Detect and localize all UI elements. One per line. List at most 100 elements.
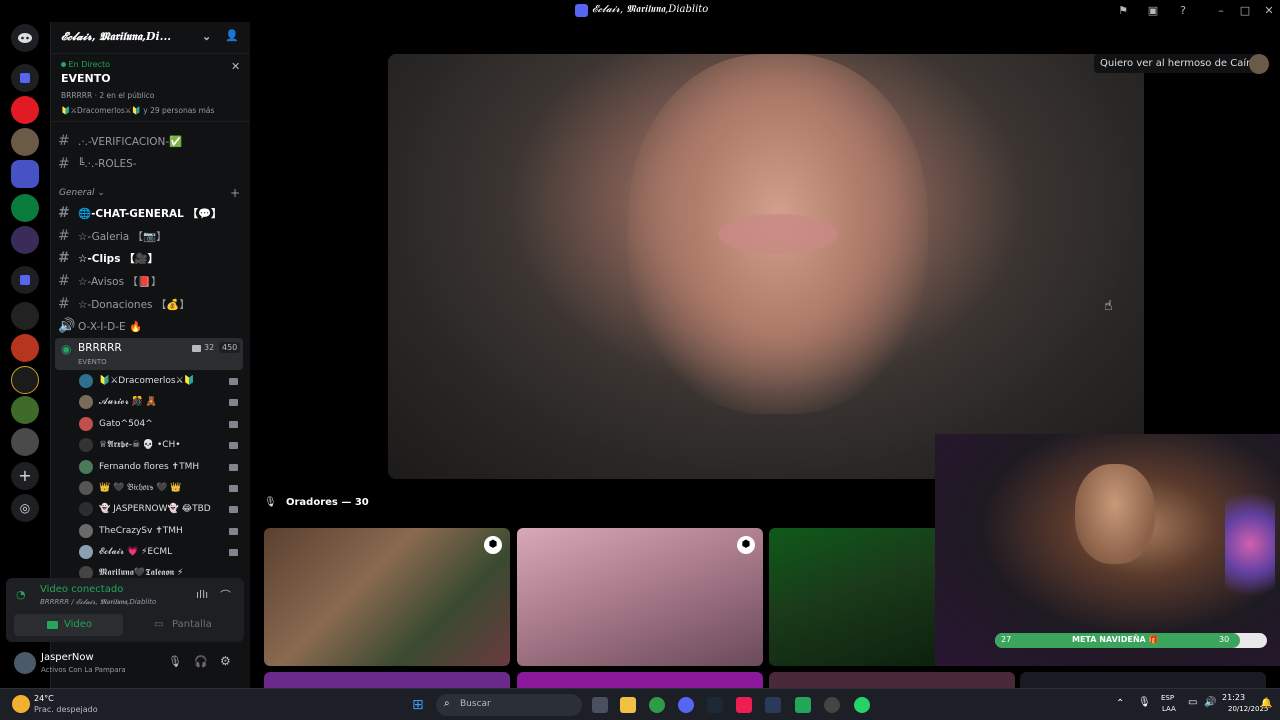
video-button[interactable]: Video	[14, 614, 123, 636]
member-row[interactable]: 👻 JASPERNOW👻 😂TBD	[79, 502, 211, 516]
channel-donaciones[interactable]: # ☆-Donaciones 【💰】	[58, 296, 190, 312]
chevron-down-icon[interactable]: ⌄	[202, 30, 211, 43]
server-icon-4[interactable]	[11, 194, 39, 222]
inbox-icon[interactable]: ⚑	[1116, 4, 1130, 18]
server-icon-9[interactable]	[11, 428, 39, 456]
folder-icon[interactable]	[11, 64, 39, 92]
whatsapp-icon[interactable]	[854, 697, 870, 713]
add-channel-icon[interactable]: +	[230, 186, 240, 200]
main-video-stream[interactable]	[388, 54, 1144, 479]
channel-chat-general[interactable]: # 🌐-CHAT-GENERAL 【💬】	[58, 205, 222, 221]
speaker-tile[interactable]	[517, 672, 763, 688]
channel-clips[interactable]: # ☆-Clips 【🎥】	[58, 250, 158, 266]
camera-icon	[229, 442, 238, 449]
server-icon-small	[575, 4, 588, 17]
member-row[interactable]: 𝓐𝓾𝓻𝓲𝓸𝓻 🎊 🧸	[79, 395, 157, 409]
folder-icon-2[interactable]	[11, 266, 39, 294]
channel-verificacion[interactable]: # .·.-VERIFICACION-✅	[58, 133, 182, 149]
member-row[interactable]: 🔰⚔Dracomerlos⚔🔰	[79, 374, 195, 388]
help-icon[interactable]: ?	[1176, 4, 1190, 18]
speaker-tile[interactable]	[264, 672, 510, 688]
goal-label: META NAVIDEÑA 🎁	[1072, 635, 1159, 644]
microphone-tray-icon[interactable]: 🎙	[1138, 697, 1151, 708]
member-row[interactable]: Gato^504^	[79, 417, 153, 431]
tiktok-icon[interactable]	[736, 697, 752, 713]
steam-icon[interactable]	[707, 697, 723, 713]
avatar	[79, 460, 93, 474]
notification-icon[interactable]: 🔔	[1260, 698, 1272, 709]
sound-bars-icon[interactable]: ıllı	[196, 588, 208, 601]
maximize-button[interactable]: □	[1238, 4, 1252, 18]
search-box[interactable]: ⌕ Buscar	[436, 694, 582, 716]
server-icon-2[interactable]	[11, 128, 39, 156]
event-card[interactable]: En Directo EVENTO BRRRRR · 2 en el públi…	[51, 54, 250, 122]
chrome-icon[interactable]	[649, 697, 665, 713]
headphones-icon[interactable]: 🎧	[194, 655, 208, 668]
member-row[interactable]: ♕𝕬𝖗𝖝𝖇𝖊-☠ 💀 •CH•	[79, 438, 181, 452]
camera-icon	[229, 421, 238, 428]
app-icon-green[interactable]	[795, 697, 811, 713]
minimize-button[interactable]: –	[1214, 4, 1228, 18]
avatar[interactable]	[14, 652, 36, 674]
discover-icon[interactable]: ◎	[11, 494, 39, 522]
file-explorer-icon[interactable]	[620, 697, 636, 713]
stage-icon: ◉	[61, 342, 72, 356]
member-name: 🔰⚔Dracomerlos⚔🔰	[99, 376, 195, 386]
hash-icon: #	[58, 273, 70, 289]
weather-icon[interactable]	[12, 695, 30, 713]
server-icon-5[interactable]	[11, 226, 39, 254]
server-icon-tbd[interactable]	[11, 366, 39, 394]
screen-share-button[interactable]: ▭ Pantalla	[128, 614, 237, 636]
app-icon[interactable]	[765, 697, 781, 713]
channel-roles[interactable]: # ╚.·.-ROLES-	[58, 156, 137, 172]
disconnect-icon[interactable]: ⌒	[220, 587, 231, 603]
channel-oxide[interactable]: 🔊 O-X-I-D-E 🔥	[58, 318, 142, 334]
member-name: 👻 JASPERNOW👻 😂TBD	[99, 504, 211, 514]
volume-icon[interactable]: 🔊	[1204, 697, 1216, 708]
network-icon[interactable]: ▭	[1188, 697, 1197, 708]
server-icon-7[interactable]	[11, 334, 39, 362]
discord-home-icon[interactable]	[11, 24, 39, 52]
speaker-tile[interactable]	[1020, 672, 1266, 688]
server-icon-1[interactable]	[11, 96, 39, 124]
microphone-icon[interactable]: 🎙	[168, 655, 182, 668]
member-row[interactable]: Fernando flores ✝TMH	[79, 460, 199, 474]
member-row[interactable]: 𝓔𝓬𝓵𝓪𝓲𝓻 💗 ⚡ECML	[79, 545, 172, 559]
gear-icon[interactable]: ⚙	[220, 654, 231, 668]
chevron-up-icon[interactable]: ⌃	[1116, 698, 1124, 709]
clock-time[interactable]: 21:23	[1222, 693, 1245, 702]
avatar	[79, 395, 93, 409]
lang-bottom[interactable]: LAA	[1162, 705, 1176, 713]
speaker-tile[interactable]	[769, 672, 1015, 688]
category-general[interactable]: General ⌄	[59, 188, 105, 198]
server-header[interactable]: 𝓔𝓬𝓵𝓪𝓲𝓻, 𝕸𝖆𝖗𝖎𝖑𝖚𝖓𝖆,Di... ⌄ 👤	[51, 22, 250, 54]
member-name: ♕𝕬𝖗𝖝𝖇𝖊-☠ 💀 •CH•	[99, 440, 181, 450]
screen-icon: ▭	[154, 619, 164, 630]
add-member-icon[interactable]: 👤	[225, 29, 239, 42]
speaker-tile[interactable]: ⬢	[517, 528, 763, 666]
server-icon-8[interactable]	[11, 396, 39, 424]
member-name: 𝓐𝓾𝓻𝓲𝓸𝓻 🎊 🧸	[99, 397, 157, 407]
screen-share-icon[interactable]: ▣	[1146, 4, 1160, 18]
speaker-tile[interactable]: ⬢	[264, 528, 510, 666]
lang-top[interactable]: ESP	[1161, 694, 1174, 702]
voice-channel-brrrrr[interactable]: ◉ BRRRRR EVENTO 32 450	[55, 338, 243, 370]
avatar	[79, 524, 93, 538]
search-icon: ⌕	[444, 698, 450, 709]
channel-avisos[interactable]: # ☆-Avisos 【📕】	[58, 273, 161, 289]
voice-location[interactable]: BRRRRR / 𝓔𝓬𝓵𝓪𝓲𝓻, 𝕸𝖆𝖗𝖎𝖑𝖚𝖓𝖆,Diablito	[40, 598, 156, 607]
close-icon[interactable]: ✕	[231, 60, 240, 73]
close-window-button[interactable]: ✕	[1262, 4, 1276, 18]
event-people: 🔰⚔Dracomerlos⚔🔰 y 29 personas más	[61, 106, 215, 115]
obs-icon[interactable]	[824, 697, 840, 713]
member-row[interactable]: 👑 🖤 𝔅𝔦𝔠𝔥𝔬𝔯𝔰 🖤 👑	[79, 481, 181, 495]
add-server-icon[interactable]: +	[11, 462, 39, 490]
server-icon-active[interactable]	[11, 160, 39, 188]
server-icon-6[interactable]	[11, 302, 39, 330]
windows-start-icon[interactable]: ⊞	[412, 697, 424, 713]
channel-galeria[interactable]: # ☆-Galeria 【📷】	[58, 228, 167, 244]
member-row[interactable]: TheCrazySv ✝TMH	[79, 524, 183, 538]
discord-icon[interactable]	[678, 697, 694, 713]
channel-label: ☆-Clips 【🎥】	[78, 252, 159, 265]
task-view-icon[interactable]	[592, 697, 608, 713]
